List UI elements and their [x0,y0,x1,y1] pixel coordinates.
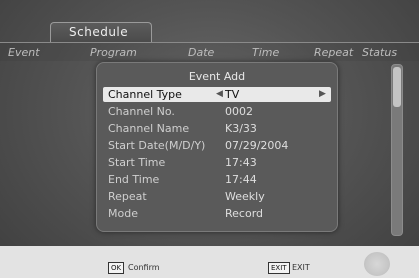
column-header-repeat: Repeat [314,46,354,59]
field-channel-name[interactable]: Channel Name K3/33 [103,121,331,136]
field-mode[interactable]: Mode Record [103,206,331,221]
field-label: Channel Name [108,122,190,135]
field-value: 0002 [225,105,253,118]
exit-key-icon: EXIT [268,262,290,274]
right-arrow-icon[interactable]: ▶ [319,89,326,99]
field-value: K3/33 [225,122,257,135]
tv-screen: Schedule Event Program Date Time Repeat … [0,0,419,278]
field-value: Weekly [225,190,265,203]
event-add-dialog: Event Add Channel Type ◀ TV ▶ Channel No… [96,62,338,232]
field-label: Repeat [108,190,147,203]
column-header-status: Status [362,46,398,59]
field-value: 17:44 [225,173,257,186]
field-value: 17:43 [225,156,257,169]
field-label: Channel Type [108,88,182,101]
field-label: Start Date(M/D/Y) [108,139,206,152]
field-label: Channel No. [108,105,175,118]
field-value: 07/29/2004 [225,139,289,152]
column-header-event: Event [8,46,40,59]
column-header-date: Date [188,46,215,59]
field-label: Start Time [108,156,166,169]
confirm-hint: Confirm [128,263,160,272]
field-start-date[interactable]: Start Date(M/D/Y) 07/29/2004 [103,138,331,153]
field-value: Record [225,207,264,220]
tab-schedule[interactable]: Schedule [50,22,152,43]
scrollbar[interactable] [391,64,403,236]
field-label: Mode [108,207,138,220]
scrollbar-thumb[interactable] [393,67,401,107]
help-bar [0,246,419,278]
column-header-time: Time [252,46,280,59]
field-start-time[interactable]: Start Time 17:43 [103,155,331,170]
schedule-column-headers: Event Program Date Time Repeat Status [0,42,419,61]
field-channel-no[interactable]: Channel No. 0002 [103,104,331,119]
dialog-title: Event Add [188,70,246,83]
field-end-time[interactable]: End Time 17:44 [103,172,331,187]
field-value: TV [225,88,240,101]
tab-schedule-label: Schedule [69,25,129,39]
left-arrow-icon[interactable]: ◀ [216,89,223,99]
field-repeat[interactable]: Repeat Weekly [103,189,331,204]
field-label: End Time [108,173,160,186]
column-header-program: Program [90,46,137,59]
ok-key-icon: OK [108,262,125,274]
exit-hint: EXIT [292,263,310,272]
field-channel-type[interactable]: Channel Type ◀ TV ▶ [103,87,331,102]
tv-knob-icon [364,252,390,276]
